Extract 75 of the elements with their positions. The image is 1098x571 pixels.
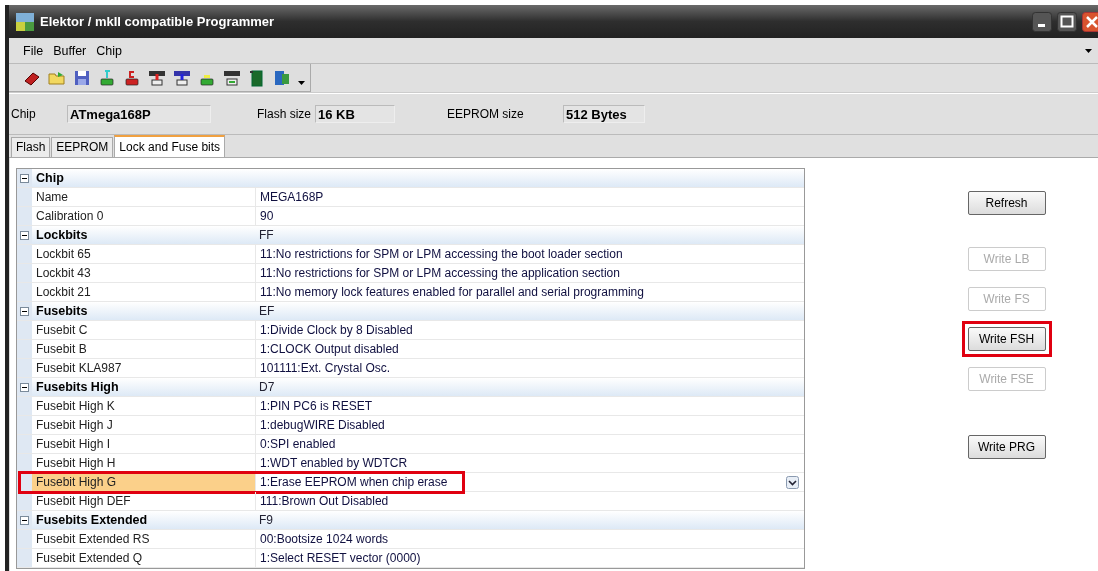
property-value: 1:CLOCK Output disabled xyxy=(260,341,399,358)
read-only-field: 16 KB xyxy=(315,105,395,123)
chip-icon[interactable] xyxy=(123,68,141,87)
collapse-icon[interactable] xyxy=(20,306,29,316)
save-icon[interactable] xyxy=(73,68,91,87)
property-value: 1:Erase EEPROM when chip erase xyxy=(260,474,448,491)
property-name[interactable]: Fusebit B xyxy=(32,340,256,358)
group-name: Chip xyxy=(35,170,65,187)
property-value: 11:No memory lock features enabled for parallel and serial programming xyxy=(260,284,644,301)
property-name[interactable]: Fusebit KLA987 xyxy=(32,359,256,377)
property-name[interactable]: Fusebit C xyxy=(32,321,256,339)
property-name[interactable]: Fusebit High DEF xyxy=(32,492,256,510)
property-value: 111:Brown Out Disabled xyxy=(260,493,389,510)
group-value: D7 xyxy=(259,379,275,396)
property-name[interactable]: Fusebit Extended Q xyxy=(32,549,256,567)
property-value: MEGA168P xyxy=(260,189,324,206)
group-name: Fusebits xyxy=(35,303,89,320)
property-value: 1:Select RESET vector (0000) xyxy=(260,550,421,567)
tab[interactable]: Lock and Fuse bits xyxy=(114,135,226,157)
field-label: Chip xyxy=(11,107,37,121)
close-button[interactable] xyxy=(1082,11,1098,32)
group-name: Fusebits High xyxy=(35,379,120,396)
menu-item[interactable]: File xyxy=(23,43,44,58)
property-value: 90 xyxy=(260,208,274,225)
tab[interactable]: Flash xyxy=(11,137,51,157)
group-value: F9 xyxy=(259,512,273,529)
chip-icon[interactable] xyxy=(173,68,191,87)
field-label: Flash size xyxy=(257,107,313,121)
chip-icon[interactable] xyxy=(148,68,166,87)
write-button[interactable]: Write PRG xyxy=(967,435,1046,459)
property-value: 101111:Ext. Crystal Osc. xyxy=(260,360,391,377)
property-value: 00:Bootsize 1024 words xyxy=(260,531,389,548)
minimize-button[interactable] xyxy=(1032,11,1052,32)
property-name[interactable]: Lockbit 65 xyxy=(32,245,256,263)
overflow-caret-icon[interactable] xyxy=(1085,48,1092,53)
refresh-button[interactable]: Refresh xyxy=(967,191,1046,215)
field-label: EEPROM size xyxy=(447,107,525,121)
menu-item[interactable]: Buffer xyxy=(53,43,87,58)
app-icon xyxy=(16,12,34,31)
read-only-field: 512 Bytes xyxy=(563,105,645,123)
dropdown-caret-icon[interactable] xyxy=(298,81,305,85)
group-value: EF xyxy=(259,303,275,320)
tab[interactable]: EEPROM xyxy=(51,137,114,157)
property-name[interactable]: Fusebit High I xyxy=(32,435,256,453)
property-value: 1:WDT enabled by WDTCR xyxy=(260,455,408,472)
property-name[interactable]: Fusebit High K xyxy=(32,397,256,415)
property-value: 0:SPI enabled xyxy=(260,436,336,453)
property-name[interactable]: Calibration 0 xyxy=(32,207,256,225)
collapse-icon[interactable] xyxy=(20,173,29,183)
collapse-icon[interactable] xyxy=(20,515,29,525)
maximize-button[interactable] xyxy=(1057,11,1077,32)
read-only-field: ATmega168P xyxy=(67,105,211,123)
group-value: FF xyxy=(259,227,274,244)
dropdown-button[interactable] xyxy=(786,475,799,489)
collapse-icon[interactable] xyxy=(20,230,29,240)
property-value: 1:debugWIRE Disabled xyxy=(260,417,385,434)
exit-door-icon[interactable] xyxy=(273,68,291,87)
property-value: 1:Divide Clock by 8 Disabled xyxy=(260,322,413,339)
group-name: Lockbits xyxy=(35,227,89,244)
group-name: Fusebits Extended xyxy=(35,512,149,529)
property-name[interactable]: Fusebit High J xyxy=(32,416,256,434)
property-name[interactable]: Lockbit 43 xyxy=(32,264,256,282)
property-name[interactable]: Fusebit Extended RS xyxy=(32,530,256,548)
memory-module-icon[interactable] xyxy=(248,68,266,87)
property-value: 11:No restrictions for SPM or LPM accessing the boot loader section xyxy=(260,246,623,263)
property-name[interactable]: Fusebit High H xyxy=(32,454,256,472)
property-value: 1:PIN PC6 is RESET xyxy=(260,398,373,415)
property-value: 11:No restrictions for SPM or LPM accessing the application section xyxy=(260,265,620,282)
menu-item[interactable]: Chip xyxy=(96,43,122,58)
property-name[interactable]: Name xyxy=(32,188,256,206)
window-title: Elektor / mkII compatible Programmer xyxy=(40,14,275,29)
chip-icon[interactable] xyxy=(223,68,241,87)
write-button[interactable]: Write FSH xyxy=(967,327,1046,351)
property-name[interactable]: Lockbit 21 xyxy=(32,283,256,301)
collapse-icon[interactable] xyxy=(20,382,29,392)
